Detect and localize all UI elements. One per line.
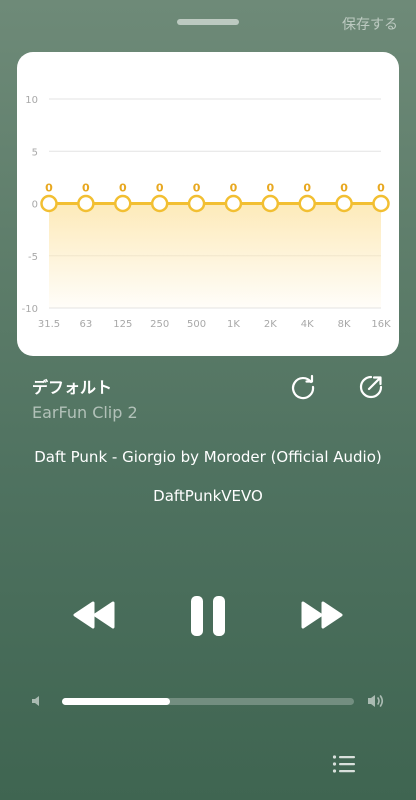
band-handle-2K[interactable] bbox=[261, 194, 280, 213]
band-handle-8K[interactable] bbox=[335, 194, 353, 213]
queue-list-icon[interactable] bbox=[332, 754, 356, 774]
export-icon[interactable] bbox=[357, 373, 385, 401]
band-value-label: 0 bbox=[267, 182, 275, 195]
x-tick-label: 500 bbox=[187, 319, 206, 330]
y-tick-label: -10 bbox=[22, 304, 38, 315]
rewind-icon[interactable] bbox=[72, 600, 116, 630]
device-name: EarFun Clip 2 bbox=[32, 403, 138, 422]
y-tick-label: -5 bbox=[28, 252, 38, 263]
eq-area bbox=[49, 203, 381, 308]
y-tick-label: 5 bbox=[32, 147, 38, 158]
volume-high-icon bbox=[368, 695, 384, 707]
band-value-label: 0 bbox=[82, 182, 90, 195]
track-title: Daft Punk - Giorgio by Moroder (Official… bbox=[34, 448, 382, 466]
band-value-label: 0 bbox=[340, 182, 348, 195]
save-button[interactable]: 保存する bbox=[342, 14, 398, 34]
band-handle-4K[interactable] bbox=[298, 194, 316, 213]
x-tick-label: 8K bbox=[338, 319, 351, 330]
band-handle-1K[interactable] bbox=[224, 194, 243, 213]
x-tick-label: 1K bbox=[227, 319, 240, 330]
band-handle-500[interactable] bbox=[187, 194, 206, 213]
volume-low-icon bbox=[32, 696, 39, 706]
volume-level[interactable] bbox=[62, 698, 171, 705]
band-value-label: 0 bbox=[230, 182, 238, 195]
band-value-label: 0 bbox=[303, 182, 311, 195]
x-tick-label: 16K bbox=[371, 319, 391, 330]
band-value-label: 0 bbox=[45, 182, 53, 195]
x-tick-label: 4K bbox=[301, 319, 314, 330]
x-tick-label: 125 bbox=[113, 319, 132, 330]
band-handle-250[interactable] bbox=[150, 194, 169, 213]
y-tick-label: 10 bbox=[25, 95, 38, 106]
band-handle-16K[interactable] bbox=[372, 194, 390, 213]
y-tick-label: 0 bbox=[32, 200, 38, 211]
equalizer-chart[interactable]: 10 5 0 -5 -10 0 31.5 0 63 0 125 0 250 0 500 0 1K 0 2K 0 4K 0 8… bbox=[17, 52, 399, 356]
band-handle-125[interactable] bbox=[114, 194, 132, 213]
x-tick-label: 2K bbox=[264, 319, 277, 330]
x-tick-label: 250 bbox=[150, 319, 169, 330]
drag-handle[interactable] bbox=[177, 19, 239, 25]
pause-icon[interactable] bbox=[188, 594, 228, 638]
band-value-label: 0 bbox=[119, 182, 127, 195]
band-handle-31.5[interactable] bbox=[40, 194, 58, 213]
fast-forward-icon[interactable] bbox=[300, 600, 344, 630]
band-value-label: 0 bbox=[156, 182, 164, 195]
equalizer-card: 10 5 0 -5 -10 0 31.5 0 63 0 125 0 250 0 500 0 1K 0 2K 0 4K 0 8… bbox=[17, 52, 399, 356]
band-value-label: 0 bbox=[193, 182, 201, 195]
preset-name: デフォルト bbox=[32, 378, 113, 397]
track-artist: DaftPunkVEVO bbox=[153, 487, 263, 505]
reset-icon[interactable] bbox=[289, 373, 317, 401]
x-tick-label: 31.5 bbox=[38, 319, 60, 330]
band-handle-63[interactable] bbox=[77, 194, 95, 213]
band-value-label: 0 bbox=[377, 182, 385, 195]
volume-slider[interactable] bbox=[62, 698, 354, 705]
x-tick-label: 63 bbox=[80, 319, 93, 330]
